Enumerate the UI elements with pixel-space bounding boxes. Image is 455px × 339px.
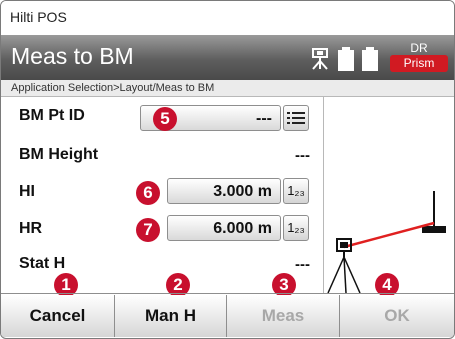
prism-badge[interactable]: Prism [390,55,448,72]
screen-title: Meas to BM [11,43,134,69]
bm-height-value: --- [295,147,310,164]
battery-icon [338,47,378,71]
hr-field[interactable]: 6.000 m [167,215,281,241]
hr-label: HR [19,220,43,237]
mode-label: DR [410,41,428,55]
man-h-button[interactable]: Man H [115,295,227,337]
ok-button[interactable]: OK [340,295,454,337]
tripod-leg [327,256,345,293]
bm-height-label: BM Height [19,146,99,163]
bm-pt-id-label: BM Pt ID [19,107,85,124]
list-icon [287,112,305,124]
device-screen: Hilti POS Meas to BM DR Prism Applicatio… [0,0,455,339]
hi-keypad-button[interactable]: 1₂₃ [283,178,309,204]
meas-button[interactable]: Meas [227,295,340,337]
screen-header: Meas to BM DR Prism [1,35,454,80]
hi-field[interactable]: 3.000 m [167,178,281,204]
breadcrumb: Application Selection>Layout/Meas to BM [1,80,454,97]
staff-base [422,226,446,233]
hi-label: HI [19,183,35,200]
softkey-bar: Cancel Man H Meas OK [1,293,454,338]
hr-keypad-button[interactable]: 1₂₃ [283,215,309,241]
callout-7: 7 [136,218,160,242]
tripod-icon [312,48,328,70]
stat-h-value: --- [295,256,310,273]
instrument-setup-illustration [327,191,446,293]
stat-h-label: Stat H [19,255,66,272]
app-title: Hilti POS [10,9,67,25]
bm-pt-id-list-button[interactable] [283,105,309,131]
callout-6: 6 [136,181,160,205]
callout-5: 5 [153,107,177,131]
cancel-button[interactable]: Cancel [1,295,115,337]
laser-beam [343,221,435,249]
window-titlebar: Hilti POS [1,1,454,36]
